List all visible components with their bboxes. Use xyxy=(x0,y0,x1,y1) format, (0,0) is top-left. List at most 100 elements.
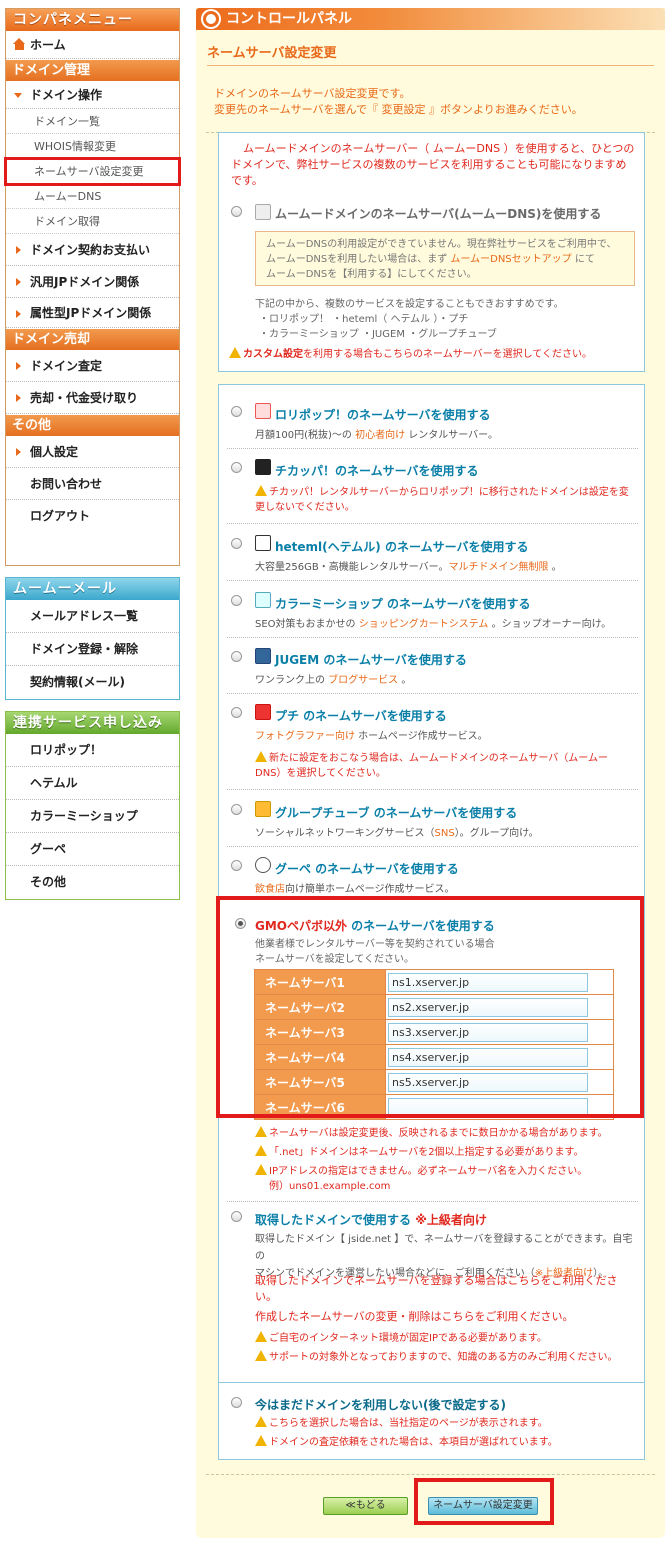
mail-header: ムームーメール xyxy=(6,578,179,600)
chicappa-icon xyxy=(255,459,271,475)
linked-services-menu: 連携サービス申し込み ロリポップ！ ヘテムル カラーミーショップ グーペ その他 xyxy=(5,711,180,900)
radio-jugem[interactable] xyxy=(231,651,242,662)
warning-icon xyxy=(255,1416,267,1427)
grouptube-icon xyxy=(255,801,271,817)
chicappa-label[interactable]: チカッパ！のネームサーバを使用する xyxy=(275,462,479,479)
lolipop-icon xyxy=(255,403,271,419)
sidebar-item-mail-contract[interactable]: 契約情報(メール) xyxy=(6,666,179,699)
main-panel: コントロールパネル ネームサーバ設定変更 ドメインのネームサーバ設定変更です。 … xyxy=(196,8,665,1538)
section-other: その他 xyxy=(6,414,179,436)
back-button[interactable]: ≪もどる xyxy=(323,1497,408,1515)
sidebar-item-mail-list[interactable]: メールアドレス一覧 xyxy=(6,600,179,633)
warning-icon xyxy=(255,1350,267,1361)
heteml-icon xyxy=(255,535,271,551)
later-option: 今はまだドメインを利用しない(後で設定する) こちらを選択した場合は、当社指定の… xyxy=(218,1382,645,1460)
radio-goope[interactable] xyxy=(231,860,242,871)
petit-sub: フォトグラファー向け ホームページ作成サービス。 xyxy=(255,731,488,742)
lolipop-sub: 月額100円(税抜)～の 初心者向け レンタルサーバー。 xyxy=(255,430,499,441)
sidebar-item-jp[interactable]: 汎用JPドメイン関係 xyxy=(6,266,179,298)
muumuu-sub: 下記の中から、複数のサービスを設定することもできおすすめです。 ・ロリポップ！ … xyxy=(255,299,564,340)
muumuu-dns-setup-link[interactable]: ムームーDNSセットアップ xyxy=(450,254,571,265)
sidebar-item-lolipop[interactable]: ロリポップ！ xyxy=(6,734,179,767)
sidebar-item-personal[interactable]: 個人設定 xyxy=(6,436,179,468)
section-domain-sale: ドメイン売却 xyxy=(6,328,179,350)
radio-later[interactable] xyxy=(231,1397,242,1408)
warning-icon xyxy=(255,1331,267,1342)
goope-label[interactable]: グーペ のネームサーバを使用する xyxy=(275,860,459,877)
radio-petit[interactable] xyxy=(231,707,242,718)
petit-warning: 新たに設定をおこなう場合は、ムームードメインのネームサーバ（ムームー DNS）を選… xyxy=(255,751,608,779)
warning-icon xyxy=(255,485,267,496)
radio-chicappa[interactable] xyxy=(231,462,242,473)
highlight-frame-options xyxy=(216,896,644,1118)
muumuu-desc: ムームードメインのネームサーバー（ ムームーDNS ）を使用すると、ひとつのドメ… xyxy=(231,142,635,187)
radio-muumuu[interactable] xyxy=(231,206,242,217)
control-panel-menu: コンパネメニュー ホーム ドメイン管理 ドメイン操作 ドメイン一覧 WHOIS情… xyxy=(4,8,181,566)
sidebar-item-contact[interactable]: お問い合わせ xyxy=(6,468,179,500)
radio-heteml[interactable] xyxy=(231,538,242,549)
intro-text: ドメインのネームサーバ設定変更です。 変更先のネームサーバを選んで『 変更設定 … xyxy=(214,87,583,116)
sidebar-item-nameserver-change[interactable]: ネームサーバ設定変更 xyxy=(4,157,181,186)
radio-grouptube[interactable] xyxy=(231,804,242,815)
heteml-label[interactable]: heteml(ヘテムル) のネームサーバを使用する xyxy=(275,538,528,555)
goope-icon xyxy=(255,857,271,873)
muumuu-icon xyxy=(255,204,271,220)
home-icon xyxy=(13,38,26,51)
sidebar-item-sale[interactable]: 売却・代金受け取り xyxy=(6,382,179,414)
radio-own-domain[interactable] xyxy=(231,1211,242,1222)
gear-icon xyxy=(203,11,219,27)
warning-icon xyxy=(255,1435,267,1446)
menu-header: コンパネメニュー xyxy=(6,9,179,31)
colorme-sub: SEO対策もおまかせの ショッピングカートシステム 。ショップオーナー向け。 xyxy=(255,619,612,630)
warning-icon xyxy=(255,1164,267,1175)
sidebar-item-heteml[interactable]: ヘテムル xyxy=(6,767,179,800)
warning-icon xyxy=(255,1145,267,1156)
link-header: 連携サービス申し込み xyxy=(6,712,179,734)
sidebar-item-domain-ops[interactable]: ドメイン操作 xyxy=(6,81,179,109)
sidebar-item-home[interactable]: ホーム xyxy=(6,31,179,59)
highlight-frame-button xyxy=(414,1478,554,1525)
sidebar: コンパネメニュー ホーム ドメイン管理 ドメイン操作 ドメイン一覧 WHOIS情… xyxy=(4,8,181,911)
page-title: ネームサーバ設定変更 xyxy=(207,42,654,66)
sidebar-item-goope[interactable]: グーペ xyxy=(6,833,179,866)
sidebar-item-attr-jp[interactable]: 属性型JPドメイン関係 xyxy=(6,298,179,328)
warning-icon xyxy=(229,347,241,358)
colorme-icon xyxy=(255,592,271,608)
nameserver-warnings: ネームサーバは設定変更後、反映されるまでに数日かかる場合があります。 「.net… xyxy=(255,1126,641,1194)
later-warnings: こちらを選択した場合は、当社指定のページが表示されます。 ドメインの査定依頼をさ… xyxy=(255,1416,641,1450)
warning-icon xyxy=(255,751,267,762)
sidebar-item-colorme[interactable]: カラーミーショップ xyxy=(6,800,179,833)
radio-colorme[interactable] xyxy=(231,595,242,606)
sidebar-item-domain-list[interactable]: ドメイン一覧 xyxy=(6,109,179,134)
sidebar-item-domain-acquire[interactable]: ドメイン取得 xyxy=(6,209,179,234)
jugem-label[interactable]: JUGEM のネームサーバを使用する xyxy=(275,651,467,668)
sidebar-item-contract[interactable]: ドメイン契約お支払い xyxy=(6,234,179,266)
sidebar-item-muumuu-dns[interactable]: ムームーDNS xyxy=(6,184,179,209)
lolipop-label[interactable]: ロリポップ！のネームサーバを使用する xyxy=(275,406,491,423)
sidebar-item-link-other[interactable]: その他 xyxy=(6,866,179,899)
later-label[interactable]: 今はまだドメインを利用しない(後で設定する) xyxy=(255,1396,506,1413)
muumuu-mail-menu: ムームーメール メールアドレス一覧 ドメイン登録・解除 契約情報(メール) xyxy=(5,577,180,700)
panel-title: コントロールパネル xyxy=(226,11,352,27)
goope-sub: 飲食店向け簡単ホームページ作成サービス。 xyxy=(255,884,455,895)
sidebar-item-appraisal[interactable]: ドメイン査定 xyxy=(6,350,179,382)
own-domain-link2[interactable]: 作成したネームサーバの変更・削除はこちらをご利用ください。 xyxy=(255,1308,574,1324)
radio-lolipop[interactable] xyxy=(231,406,242,417)
own-domain-label[interactable]: 取得したドメインで使用する ※上級者向け xyxy=(255,1211,487,1228)
sidebar-item-logout[interactable]: ログアウト xyxy=(6,500,179,532)
grouptube-label[interactable]: グループチューブ のネームサーバを使用する xyxy=(275,804,517,821)
muumuu-dns-note: ムームーDNSの利用設定ができていません。現在弊社サービスをご利用中で、 ムーム… xyxy=(255,231,635,286)
grouptube-sub: ソーシャルネットワーキングサービス（SNS）。グループ向け。 xyxy=(255,828,539,839)
heteml-sub: 大容量256GB・高機能レンタルサーバー。マルチドメイン無制限 。 xyxy=(255,562,562,573)
sidebar-item-mail-domain[interactable]: ドメイン登録・解除 xyxy=(6,633,179,666)
chicappa-warning: チカッパ！レンタルサーバーからロリポップ！に移行されたドメインは設定を変 更しない… xyxy=(255,485,629,513)
colorme-label[interactable]: カラーミーショップ のネームサーバを使用する xyxy=(275,595,530,612)
own-domain-warnings: ご自宅のインターネット環境が固定IPである必要があります。 サポートの対象外とな… xyxy=(255,1331,641,1365)
divider xyxy=(206,1474,655,1475)
petit-icon xyxy=(255,704,271,720)
petit-label[interactable]: プチ のネームサーバを使用する xyxy=(275,707,447,724)
section-domain-management: ドメイン管理 xyxy=(6,59,179,81)
own-domain-link1[interactable]: 取得したドメインでネームサーバを登録する場合はこちらをご利用くださ い。 xyxy=(255,1273,640,1305)
sidebar-item-whois[interactable]: WHOIS情報変更 xyxy=(6,134,179,159)
muumuu-label[interactable]: ムームードメインのネームサーバ(ムームーDNS)を使用する xyxy=(275,205,601,222)
